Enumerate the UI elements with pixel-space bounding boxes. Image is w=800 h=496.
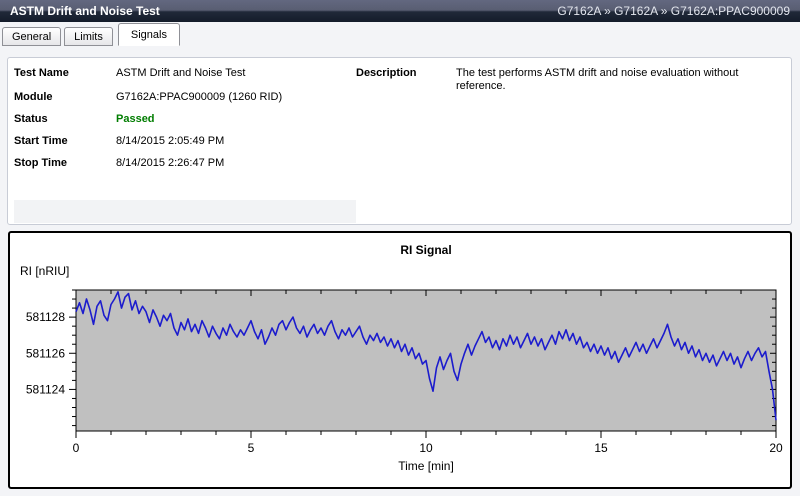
field-value: ASTM Drift and Noise Test bbox=[116, 67, 245, 79]
test-details-panel: Test Name ASTM Drift and Noise Test Modu… bbox=[7, 57, 792, 225]
x-axis-label: Time [min] bbox=[76, 459, 776, 473]
ri-signal-chart-panel: RI Signal RI [nRIU] 05101520581124581126… bbox=[8, 231, 792, 489]
tab-limits[interactable]: Limits bbox=[64, 27, 113, 46]
field-label: Stop Time bbox=[14, 157, 67, 169]
title-bar: ASTM Drift and Noise Test G7162A » G7162… bbox=[0, 0, 800, 22]
ri-signal-plot: 0 5 10 15 20 581124 581126 581128 bbox=[10, 233, 790, 487]
status-badge: Passed bbox=[116, 113, 155, 125]
description-label: Description bbox=[356, 67, 417, 79]
x-tick-label: 20 bbox=[769, 441, 783, 455]
description-value: The test performs ASTM drift and noise e… bbox=[456, 67, 786, 93]
x-tick-label: 10 bbox=[419, 441, 433, 455]
field-value: G7162A:PPAC900009 (1260 RID) bbox=[116, 91, 282, 103]
field-label: Module bbox=[14, 91, 53, 103]
empty-strip bbox=[14, 200, 356, 223]
field-label: Status bbox=[14, 113, 48, 125]
field-value: 8/14/2015 2:26:47 PM bbox=[116, 157, 224, 169]
y-tick-label: 581124 bbox=[26, 382, 65, 396]
y-tick-label: 581128 bbox=[26, 310, 65, 324]
breadcrumb: G7162A » G7162A » G7162A:PPAC900009 bbox=[557, 4, 790, 18]
page-title: ASTM Drift and Noise Test bbox=[10, 4, 160, 18]
x-tick-label: 0 bbox=[73, 441, 80, 455]
field-value: 8/14/2015 2:05:49 PM bbox=[116, 135, 224, 147]
tab-signals[interactable]: Signals bbox=[118, 23, 180, 46]
tab-bar: General Limits Signals bbox=[2, 23, 183, 46]
field-label: Start Time bbox=[14, 135, 68, 147]
tab-general[interactable]: General bbox=[2, 27, 61, 46]
x-tick-label: 5 bbox=[248, 441, 255, 455]
y-tick-label: 581126 bbox=[26, 346, 65, 360]
field-label: Test Name bbox=[14, 67, 69, 79]
x-tick-label: 15 bbox=[594, 441, 608, 455]
